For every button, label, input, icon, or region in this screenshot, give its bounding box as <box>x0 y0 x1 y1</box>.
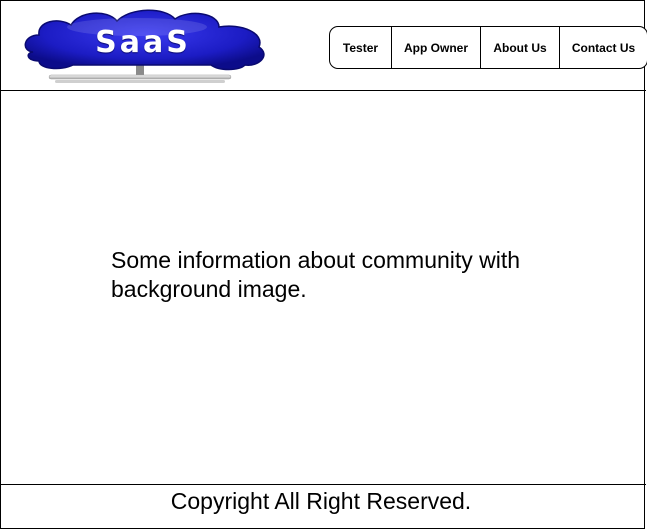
nav-tester-label: Tester <box>342 40 379 55</box>
info-line-1: Some information about community with <box>111 247 521 273</box>
community-info-text: Some information about community with ba… <box>111 246 551 304</box>
main-content: Some information about community with ba… <box>1 91 646 484</box>
nav-about-us-label: About Us <box>493 40 547 55</box>
main-nav: Tester App Owner About Us Contact Us <box>329 26 647 69</box>
nav-app-owner-label: App Owner <box>403 40 468 55</box>
footer: Copyright All Right Reserved. <box>1 484 646 530</box>
nav-contact-us[interactable]: Contact Us <box>560 27 647 68</box>
info-line-2: background image. <box>111 276 307 302</box>
page-frame: SaaS Tester App Owner About Us Contact U… <box>0 0 647 530</box>
nav-tester[interactable]: Tester <box>330 27 392 68</box>
logo-text: SaaS <box>95 25 191 60</box>
header: SaaS Tester App Owner About Us Contact U… <box>1 1 647 91</box>
nav-about-us[interactable]: About Us <box>481 27 560 68</box>
saas-cloud-logo[interactable]: SaaS <box>19 5 271 89</box>
nav-app-owner[interactable]: App Owner <box>392 27 481 68</box>
copyright-text: Copyright All Right Reserved. <box>170 488 472 514</box>
nav-contact-us-label: Contact Us <box>571 40 636 55</box>
